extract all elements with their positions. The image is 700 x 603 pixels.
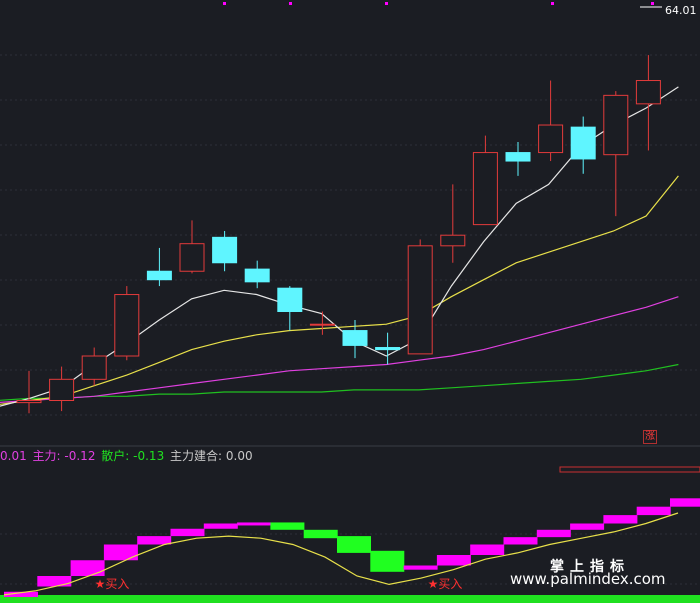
indicator-bar (470, 544, 505, 555)
candle-up (603, 94, 629, 156)
price-label: 64.01 (665, 4, 697, 17)
top-marker (551, 2, 554, 5)
indicator-bar (303, 529, 338, 539)
candlestick-series (16, 55, 661, 414)
indicator-bar (270, 522, 305, 530)
indicator-bar (170, 528, 205, 537)
watermark-url: www.palmindex.com (510, 570, 666, 588)
candle-up (309, 323, 335, 326)
indicator-bar (337, 536, 371, 553)
legend-retail: 散户: -0.13 (101, 449, 165, 463)
indicator-legend: 0.01 主力: -0.12 散户: -0.13 主力建合: 0.00 (0, 447, 255, 463)
indicator-bar (503, 537, 538, 545)
indicator-bar (103, 544, 138, 561)
indicator-bar (203, 523, 238, 529)
indicator-bar (436, 555, 471, 566)
legend-value: 0.01 (0, 449, 27, 463)
ma20-line (0, 296, 679, 404)
candle-down (505, 152, 531, 162)
top-edge-markers (223, 2, 654, 5)
indicator-bar (137, 536, 172, 545)
candle-up (114, 294, 140, 357)
indicator-bar (570, 523, 605, 530)
candle-up (16, 400, 42, 404)
candle-down (146, 270, 172, 281)
buy-signal-label: ★买入 (428, 577, 463, 591)
candle-up (407, 245, 433, 355)
legend-main-force: 主力: -0.12 (32, 449, 96, 463)
top-marker (651, 2, 654, 5)
candle-up (179, 243, 205, 272)
candle-down (277, 287, 303, 313)
indicator-bar (536, 529, 571, 538)
candle-down (244, 268, 270, 283)
reference-box (559, 466, 700, 473)
chart-canvas: ★买入 ★买入 (0, 2, 700, 603)
indicator-bar (37, 576, 72, 587)
buy-signal-label: ★买入 (95, 577, 130, 591)
indicator-bar (636, 506, 671, 516)
candle-up (635, 80, 661, 105)
rise-badge: 涨 (643, 430, 657, 444)
top-marker (223, 2, 226, 5)
legend-main-build: 主力建合: 0.00 (170, 449, 253, 463)
candle-down (212, 236, 238, 264)
candle-up (49, 378, 75, 401)
candle-up (472, 152, 498, 226)
indicator-bar (403, 565, 438, 570)
top-marker (385, 2, 388, 5)
indicator-bar (237, 522, 272, 526)
top-marker (289, 2, 292, 5)
indicator-bar (70, 560, 105, 576)
grid-lines (0, 6, 700, 416)
candle-up (81, 355, 107, 380)
candle-down (570, 126, 596, 160)
baseline-bar (0, 595, 700, 603)
indicator-bar (370, 550, 405, 572)
candle-up (538, 124, 564, 154)
candle-down (342, 330, 368, 346)
indicator-bar (603, 515, 638, 524)
candle-down (375, 347, 401, 351)
candle-up (440, 234, 466, 247)
indicator-bar (670, 498, 700, 507)
